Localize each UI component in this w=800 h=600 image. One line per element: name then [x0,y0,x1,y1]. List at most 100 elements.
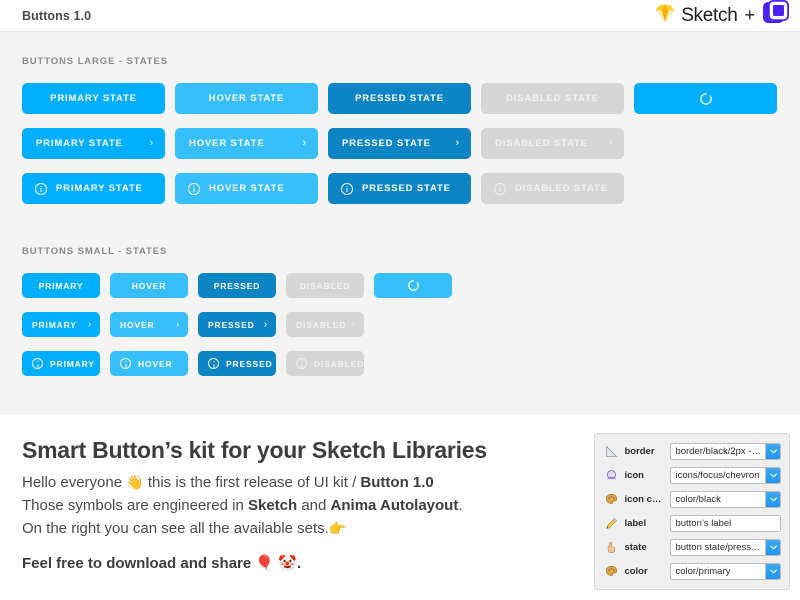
intro-line-1: Hello everyone 👋 this is the first relea… [22,472,584,495]
button-primary[interactable]: PRIMARY STATE [22,173,165,204]
symbol-overrides-panel: borderborder/black/2px -… iconicons/focus… [594,433,790,590]
override-select[interactable]: color/black [670,491,781,508]
chevron-right-icon: › [176,320,180,330]
override-row-label: labelbutton’s label [603,513,781,534]
section-title: BUTTONS LARGE - STATES [22,56,800,67]
chevron-right-icon: › [352,320,356,330]
info-circle-icon [341,183,353,195]
button-primary[interactable]: PRIMARY› [22,312,100,337]
window-title: Buttons 1.0 [22,9,91,23]
button-label: PRESSED [226,359,273,369]
palette-icon [603,565,619,579]
button-primary[interactable]: PRIMARY STATE [22,83,165,114]
button-label: PRESSED [208,320,255,330]
button-pressed[interactable]: PRESSED STATE [328,83,471,114]
button-primary[interactable]: PRIMARY [22,351,100,376]
button-label: HOVER STATE [189,138,265,149]
closing-line: Feel free to download and share 🎈 🤡. [22,554,584,572]
chevron-right-icon: › [455,138,460,149]
button-label: DISABLED [314,359,364,369]
chevron-down-icon[interactable] [765,492,780,507]
override-select[interactable]: border/black/2px -… [670,443,781,460]
override-value: button’s label [671,516,780,531]
button-label: DISABLED STATE [506,93,599,104]
border-ruler-icon [603,445,619,459]
info-circle-icon [208,358,219,369]
button-pressed[interactable]: PRESSED › [198,312,276,337]
button-label: PRESSED STATE [342,138,431,149]
button-label: DISABLED STATE [515,183,608,194]
button-disabled: DISABLED › [286,312,364,337]
button-hover[interactable]: HOVER [110,273,188,298]
override-row-iconc: icon c…color/black [603,489,781,510]
override-select[interactable]: icons/focus/chevron [670,467,781,484]
description-copy: Smart Button’s kit for your Sketch Libra… [22,433,584,600]
override-value: icons/focus/chevron [671,468,765,483]
description-panel: Smart Button’s kit for your Sketch Libra… [0,415,800,600]
info-circle-icon [120,358,131,369]
override-text-input[interactable]: button’s label [670,515,781,532]
info-circle-icon [494,183,506,195]
button-label: HOVER STATE [209,183,285,194]
button-label: HOVER [120,320,154,330]
button-primary-loading[interactable] [634,83,777,114]
button-hover[interactable]: HOVER STATE [175,83,318,114]
button-pressed[interactable]: PRESSED [198,351,276,376]
override-row-border: borderborder/black/2px -… [603,441,781,462]
override-select[interactable]: color/primary [670,563,781,580]
button-hover-loading[interactable] [374,273,452,298]
button-row: PRIMARY STATE› HOVER STATE › PRESSED STATE ›… [22,128,800,159]
button-primary[interactable]: PRIMARY STATE› [22,128,165,159]
chevron-down-icon[interactable] [765,468,780,483]
paragraph-spacer [22,540,584,554]
chevron-down-icon[interactable] [765,444,780,459]
button-hover[interactable]: HOVER STATE › [175,128,318,159]
override-label: icon [624,470,670,481]
intro-paragraph: Hello everyone 👋 this is the first relea… [22,472,584,540]
override-value: button state/press… [671,540,765,555]
button-row: PRIMARY HOVER PRESSED DISABLED [22,273,800,298]
override-label: label [624,518,670,529]
button-pressed[interactable]: PRESSED STATE › [328,128,471,159]
button-hover[interactable]: HOVER › [110,312,188,337]
button-primary[interactable]: PRIMARY [22,273,100,298]
button-pressed[interactable]: PRESSED STATE [328,173,471,204]
intro-line-2: Those symbols are engineered in Sketch a… [22,495,584,518]
override-row-color: colorcolor/primary [603,561,781,582]
clown-face-emoji: 🤡 [278,555,297,572]
chevron-down-icon[interactable] [765,564,780,579]
button-row: PRIMARY STATE HOVER STATE PRESSED STATE DIS… [22,173,800,204]
button-row: PRIMARY STATE HOVER STATE PRESSED STATE DIS… [22,83,800,114]
waving-hand-emoji: 👋 [126,474,143,490]
button-label: DISABLED STATE [495,138,588,149]
button-hover[interactable]: HOVER [110,351,188,376]
button-label: PRIMARY STATE [56,183,143,194]
chevron-right-icon: › [264,320,268,330]
chevron-down-icon[interactable] [765,540,780,555]
button-row: PRIMARY HOVER PRESSED DISABLED [22,351,800,376]
button-label: DISABLED [296,320,346,330]
chevron-right-icon: › [302,138,307,149]
loading-spinner-icon [699,92,713,106]
override-label: color [624,566,670,577]
balloon-emoji: 🎈 [255,555,274,572]
button-section: BUTTONS LARGE - STATES PRIMARY STATE HOVER… [0,56,800,204]
palette-icon [603,493,619,507]
override-value: color/primary [671,564,765,579]
button-label: HOVER [138,359,172,369]
button-label: DISABLED [300,281,350,291]
override-row-state: statebutton state/press… [603,537,781,558]
button-row: PRIMARY› HOVER › PRESSED › DISABLED › [22,312,800,337]
button-hover[interactable]: HOVER STATE [175,173,318,204]
pencil-icon [603,517,619,531]
button-label: PRESSED [214,281,261,291]
button-disabled: DISABLED [286,273,364,298]
override-value: color/black [671,492,765,507]
plus-sign: + [744,5,755,26]
button-label: PRIMARY [39,281,84,291]
button-pressed[interactable]: PRESSED [198,273,276,298]
button-label: PRESSED STATE [362,183,451,194]
pointing-right-emoji: 👉 [329,520,346,536]
button-label: PRIMARY STATE [50,93,137,104]
override-select[interactable]: button state/press… [670,539,781,556]
